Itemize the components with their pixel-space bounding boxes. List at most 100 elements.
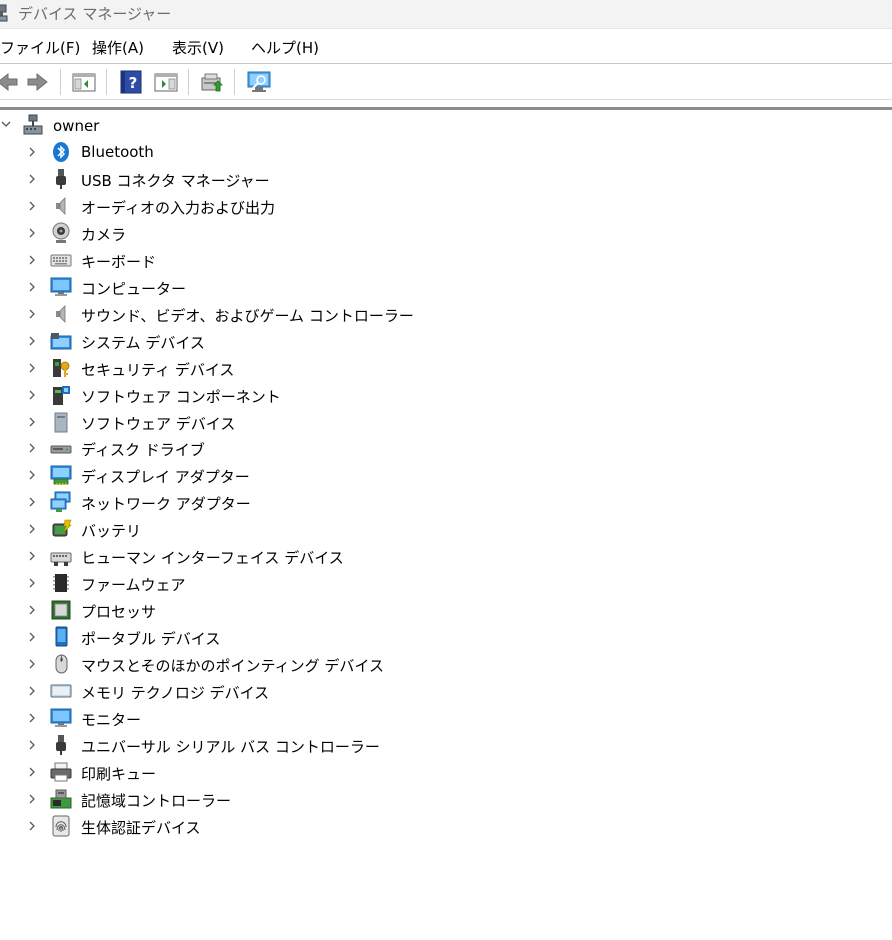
- tree-category-label: コンピューター: [81, 279, 187, 298]
- storage-controller-icon: [50, 788, 72, 810]
- tree-category-row[interactable]: システム デバイス: [0, 329, 500, 353]
- tree-category-label: ソフトウェア デバイス: [81, 414, 236, 433]
- chevron-right-icon[interactable]: [27, 173, 37, 185]
- show-hide-action-pane-icon[interactable]: [153, 69, 179, 95]
- tree-category-row[interactable]: バッテリ: [0, 517, 500, 541]
- usb-connector-icon: [50, 168, 72, 190]
- chevron-right-icon[interactable]: [27, 254, 37, 266]
- back-arrow-icon[interactable]: [0, 69, 20, 95]
- chevron-right-icon[interactable]: [27, 146, 37, 158]
- software-device-icon: [50, 411, 72, 433]
- software-component-icon: [50, 384, 72, 406]
- tree-category-label: 生体認証デバイス: [81, 818, 201, 837]
- tree-category-row[interactable]: オーディオの入力および出力: [0, 194, 500, 218]
- chevron-right-icon[interactable]: [27, 496, 37, 508]
- menu-action[interactable]: 操作(A): [92, 37, 144, 58]
- tree-category-label: サウンド、ビデオ、およびゲーム コントローラー: [81, 306, 414, 325]
- tree-category-label: プロセッサ: [81, 603, 157, 622]
- tree-category-row[interactable]: モニター: [0, 706, 500, 730]
- device-tree: owner Bluetooth USB コネクタ マネージャー オーディオの入力およ…: [0, 110, 892, 940]
- webcam-icon: [50, 222, 72, 244]
- tree-category-row[interactable]: 生体認証デバイス: [0, 814, 500, 838]
- show-hide-console-tree-icon[interactable]: [71, 69, 97, 95]
- tree-category-row[interactable]: ユニバーサル シリアル バス コントローラー: [0, 733, 500, 757]
- chevron-right-icon[interactable]: [27, 362, 37, 374]
- tree-category-label: キーボード: [81, 252, 157, 271]
- chevron-right-icon[interactable]: [27, 577, 37, 589]
- update-driver-icon[interactable]: [199, 69, 225, 95]
- chevron-right-icon[interactable]: [27, 227, 37, 239]
- chevron-right-icon[interactable]: [27, 416, 37, 428]
- tree-category-row[interactable]: プロセッサ: [0, 598, 500, 622]
- window-title: デバイス マネージャー: [18, 5, 172, 23]
- menu-file[interactable]: ファイル(F): [0, 37, 80, 58]
- tree-category-row[interactable]: サウンド、ビデオ、およびゲーム コントローラー: [0, 302, 500, 326]
- tree-category-row[interactable]: 記憶域コントローラー: [0, 787, 500, 811]
- printer-icon: [50, 761, 72, 783]
- keyboard-icon: [50, 249, 72, 271]
- disk-drive-icon: [50, 437, 72, 459]
- tree-category-label: ファームウェア: [81, 576, 186, 595]
- tree-category-row[interactable]: USB コネクタ マネージャー: [0, 167, 500, 191]
- help-icon[interactable]: ?: [118, 69, 144, 95]
- tree-category-row[interactable]: マウスとそのほかのポインティング デバイス: [0, 652, 500, 676]
- bluetooth-icon: [50, 141, 72, 163]
- menu-help[interactable]: ヘルプ(H): [251, 37, 319, 58]
- sound-icon: [50, 303, 72, 325]
- chevron-right-icon[interactable]: [27, 389, 37, 401]
- chevron-right-icon[interactable]: [27, 308, 37, 320]
- chevron-right-icon[interactable]: [27, 442, 37, 454]
- tree-category-row[interactable]: ファームウェア: [0, 571, 500, 595]
- chevron-right-icon[interactable]: [27, 523, 37, 535]
- tree-root-row[interactable]: owner: [0, 114, 400, 136]
- tree-category-row[interactable]: ディスプレイ アダプター: [0, 463, 500, 487]
- toolbar: ?: [0, 63, 892, 100]
- scan-hardware-changes-icon[interactable]: [246, 69, 272, 95]
- tree-category-row[interactable]: キーボード: [0, 248, 500, 272]
- chevron-down-icon[interactable]: [0, 118, 12, 130]
- tree-category-row[interactable]: メモリ テクノロジ デバイス: [0, 679, 500, 703]
- tree-category-label: ヒューマン インターフェイス デバイス: [81, 549, 344, 568]
- firmware-icon: [50, 572, 72, 594]
- tree-category-row[interactable]: セキュリティ デバイス: [0, 356, 500, 380]
- chevron-right-icon[interactable]: [27, 820, 37, 832]
- tree-category-label: ユニバーサル シリアル バス コントローラー: [81, 737, 380, 756]
- tree-category-row[interactable]: ネットワーク アダプター: [0, 490, 500, 514]
- tree-category-row[interactable]: ポータブル デバイス: [0, 625, 500, 649]
- chevron-right-icon[interactable]: [27, 658, 37, 670]
- chevron-right-icon[interactable]: [27, 685, 37, 697]
- chevron-right-icon[interactable]: [27, 335, 37, 347]
- device-manager-app-icon: [0, 4, 8, 22]
- usb-controller-icon: [50, 734, 72, 756]
- tree-category-label: オーディオの入力および出力: [81, 198, 275, 217]
- chevron-right-icon[interactable]: [27, 469, 37, 481]
- tree-category-row[interactable]: ディスク ドライブ: [0, 436, 500, 460]
- tree-category-label: USB コネクタ マネージャー: [81, 171, 270, 190]
- menu-view[interactable]: 表示(V): [172, 37, 224, 58]
- tree-category-label: ディスク ドライブ: [81, 441, 205, 460]
- fingerprint-icon: [50, 815, 72, 837]
- tree-category-row[interactable]: 印刷キュー: [0, 760, 500, 784]
- chevron-right-icon[interactable]: [27, 281, 37, 293]
- chevron-right-icon[interactable]: [27, 550, 37, 562]
- chevron-right-icon[interactable]: [27, 604, 37, 616]
- tree-category-row[interactable]: コンピューター: [0, 275, 500, 299]
- tree-category-row[interactable]: ソフトウェア デバイス: [0, 410, 500, 434]
- computer-network-icon: [22, 114, 44, 136]
- chevron-right-icon[interactable]: [27, 793, 37, 805]
- tree-category-label: ポータブル デバイス: [81, 630, 221, 649]
- tree-category-row[interactable]: ソフトウェア コンポーネント: [0, 383, 500, 407]
- chevron-right-icon[interactable]: [27, 712, 37, 724]
- tree-category-label: モニター: [81, 710, 142, 729]
- tree-category-row[interactable]: カメラ: [0, 221, 500, 245]
- tree-category-label: メモリ テクノロジ デバイス: [81, 684, 270, 702]
- tree-category-row[interactable]: ヒューマン インターフェイス デバイス: [0, 544, 500, 568]
- tree-category-row[interactable]: Bluetooth: [0, 140, 500, 164]
- tree-category-label: Bluetooth: [81, 143, 154, 161]
- forward-arrow-icon[interactable]: [25, 69, 51, 95]
- chevron-right-icon[interactable]: [27, 739, 37, 751]
- chevron-right-icon[interactable]: [27, 631, 37, 643]
- battery-icon: [50, 518, 72, 540]
- chevron-right-icon[interactable]: [27, 200, 37, 212]
- chevron-right-icon[interactable]: [27, 766, 37, 778]
